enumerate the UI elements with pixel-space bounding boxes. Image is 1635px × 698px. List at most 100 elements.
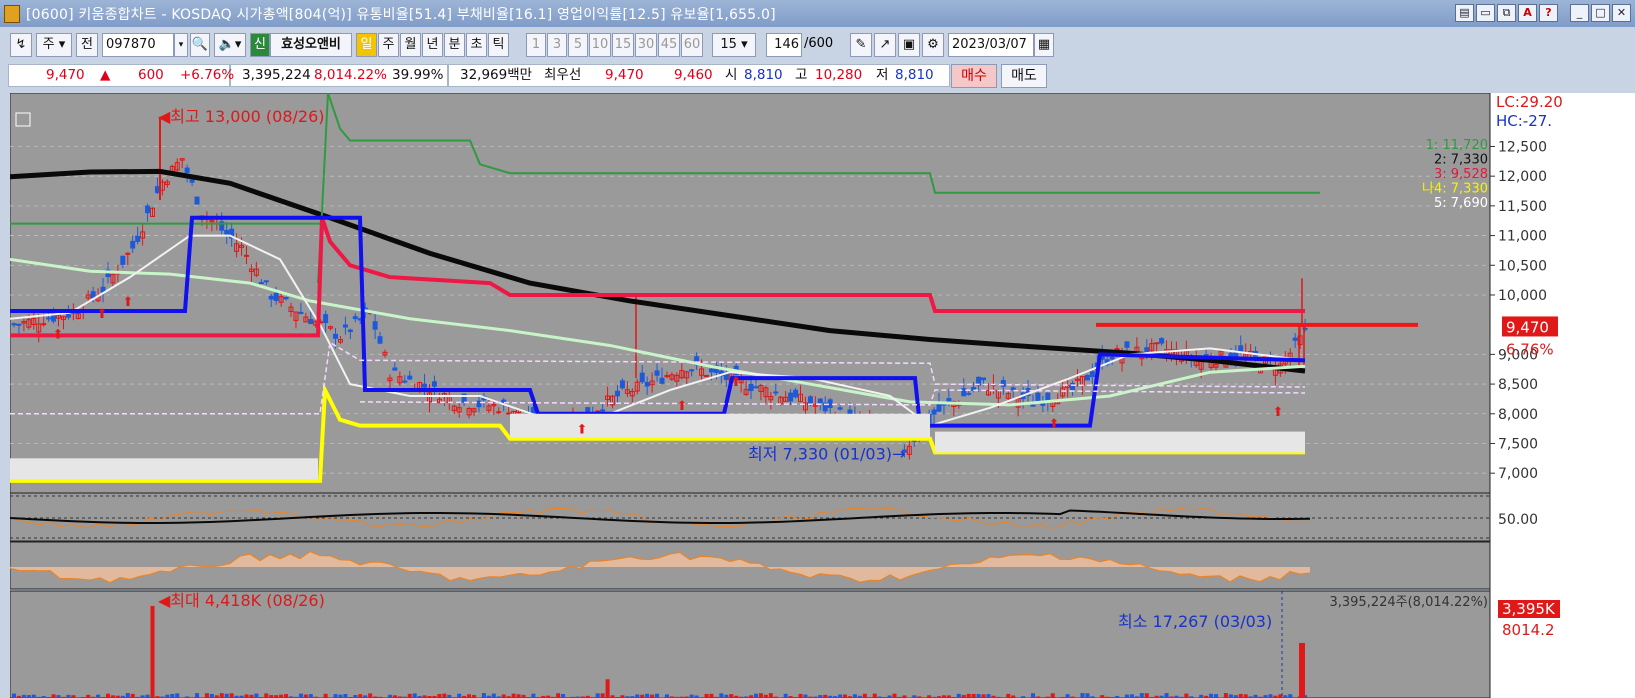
volume-bar — [798, 693, 803, 698]
buy-button[interactable]: 매수 — [951, 64, 997, 88]
candle-body — [659, 377, 665, 384]
volume-bar — [308, 694, 313, 698]
volume-bar — [561, 694, 566, 698]
minimize-button[interactable]: _ — [1570, 4, 1589, 22]
minute-45-button[interactable]: 45 — [658, 33, 680, 57]
period-3-button[interactable]: 년 — [422, 33, 443, 57]
volume-bar — [1006, 693, 1011, 698]
lc-label: LC:29.20 — [1496, 93, 1563, 111]
speaker-icon[interactable]: 🔈▾ — [214, 33, 246, 57]
minute-1-button[interactable]: 1 — [526, 33, 546, 57]
minute-15-button[interactable]: 15 — [612, 33, 634, 57]
candle-body — [644, 381, 650, 387]
close-button[interactable]: ✕ — [1612, 4, 1631, 22]
sell-button[interactable]: 매도 — [1001, 64, 1047, 88]
volume-bar — [343, 693, 348, 698]
stock-code-input[interactable]: 097870 — [102, 33, 174, 57]
code-dropdown-icon[interactable]: ▾ — [174, 33, 188, 57]
high-price: 10,280 — [815, 67, 863, 83]
candle-body — [347, 329, 353, 333]
candle-body — [333, 333, 339, 339]
period-1-button[interactable]: 주 — [378, 33, 399, 57]
layout-icon[interactable]: ▤ — [1455, 4, 1474, 22]
minute-60-button[interactable]: 60 — [681, 33, 703, 57]
period-6-button[interactable]: 틱 — [488, 33, 509, 57]
volume-bar — [407, 693, 412, 698]
volume-bar — [1288, 694, 1293, 698]
volume-bar — [195, 693, 200, 698]
candle-body — [392, 367, 398, 371]
candle-body — [1084, 374, 1090, 381]
candle-body — [496, 411, 502, 414]
stock-name: 효성오앤비 — [270, 33, 352, 57]
buy-signal-arrow: ⬆ — [677, 399, 688, 414]
volume-bar — [175, 693, 180, 698]
volume-bar — [1085, 693, 1090, 698]
period-0-button[interactable]: 일 — [356, 33, 377, 57]
candle-body — [323, 314, 329, 324]
candle-body — [788, 392, 794, 402]
vol-header: 3,395,224주(8,014.22%) — [1329, 595, 1488, 610]
candle-body — [619, 380, 625, 389]
candle-body — [268, 295, 274, 300]
volume-bar — [204, 693, 209, 698]
chart-type-icon[interactable]: ↯ — [10, 33, 32, 57]
candle-body — [1124, 341, 1130, 348]
candle-body — [194, 196, 200, 205]
price-axis-label: 8,500 — [1498, 377, 1538, 393]
search-icon[interactable]: 🔍 — [190, 33, 210, 57]
change-percent: +6.76% — [180, 67, 235, 83]
candle-body — [90, 291, 96, 299]
minute-30-button[interactable]: 30 — [635, 33, 657, 57]
count-input[interactable]: 146 — [766, 33, 802, 57]
font-icon[interactable]: A — [1518, 4, 1537, 22]
volume-bar — [1268, 694, 1273, 698]
link-icon[interactable]: ⧉ — [1497, 4, 1516, 22]
minute-select[interactable]: 15 ▾ — [712, 33, 756, 57]
date-input[interactable]: 2023/03/07 — [948, 33, 1034, 57]
period-5-button[interactable]: 초 — [466, 33, 487, 57]
turnover: 39.99% — [392, 67, 444, 83]
price-level-line — [1096, 322, 1418, 327]
stock-chart[interactable]: 12,50012,00011,50011,00010,50010,0009,00… — [10, 93, 1635, 698]
window-icon[interactable]: ▭ — [1476, 4, 1495, 22]
candle-body — [1292, 337, 1298, 341]
help-icon[interactable]: ? — [1539, 4, 1558, 22]
volume-bar — [244, 694, 249, 698]
price-axis-label: 7,000 — [1498, 466, 1538, 482]
volume-bar — [1030, 693, 1035, 698]
volume-bar — [1164, 693, 1169, 698]
volume-bar — [501, 694, 506, 698]
candle-body — [1154, 342, 1160, 345]
minute-5-button[interactable]: 5 — [568, 33, 588, 57]
volume-bar — [768, 693, 773, 698]
period-select[interactable]: 주 ▾ — [36, 33, 72, 57]
volume-bar — [872, 693, 877, 698]
volume-bar — [758, 693, 763, 698]
minute-10-button[interactable]: 10 — [589, 33, 611, 57]
volume-bar — [130, 693, 135, 698]
calendar-icon[interactable]: ▦ — [1034, 33, 1054, 57]
period-4-button[interactable]: 분 — [444, 33, 465, 57]
tool-icon[interactable]: ✎ — [850, 33, 872, 57]
candle-body — [377, 336, 383, 344]
volume-bar — [956, 693, 961, 698]
volume-bar — [1050, 693, 1055, 698]
volume-bar — [358, 694, 363, 698]
maximize-button[interactable]: □ — [1591, 4, 1610, 22]
volume-bar — [254, 693, 259, 698]
period-2-button[interactable]: 월 — [400, 33, 421, 57]
settings-icon[interactable]: ⚙ — [922, 33, 944, 57]
trend-icon[interactable]: ↗ — [874, 33, 896, 57]
candle-body — [224, 229, 230, 235]
volume-bar — [125, 693, 130, 698]
save-icon[interactable]: ▣ — [898, 33, 920, 57]
minute-3-button[interactable]: 3 — [547, 33, 567, 57]
candle-body — [308, 319, 314, 325]
candle-body — [961, 388, 967, 397]
prev-button[interactable]: 전 — [76, 33, 98, 57]
volume-bar — [209, 693, 214, 698]
candle-body — [847, 409, 853, 415]
osc-axis-label: 50.00 — [1498, 512, 1538, 528]
volume-bar — [105, 693, 110, 698]
